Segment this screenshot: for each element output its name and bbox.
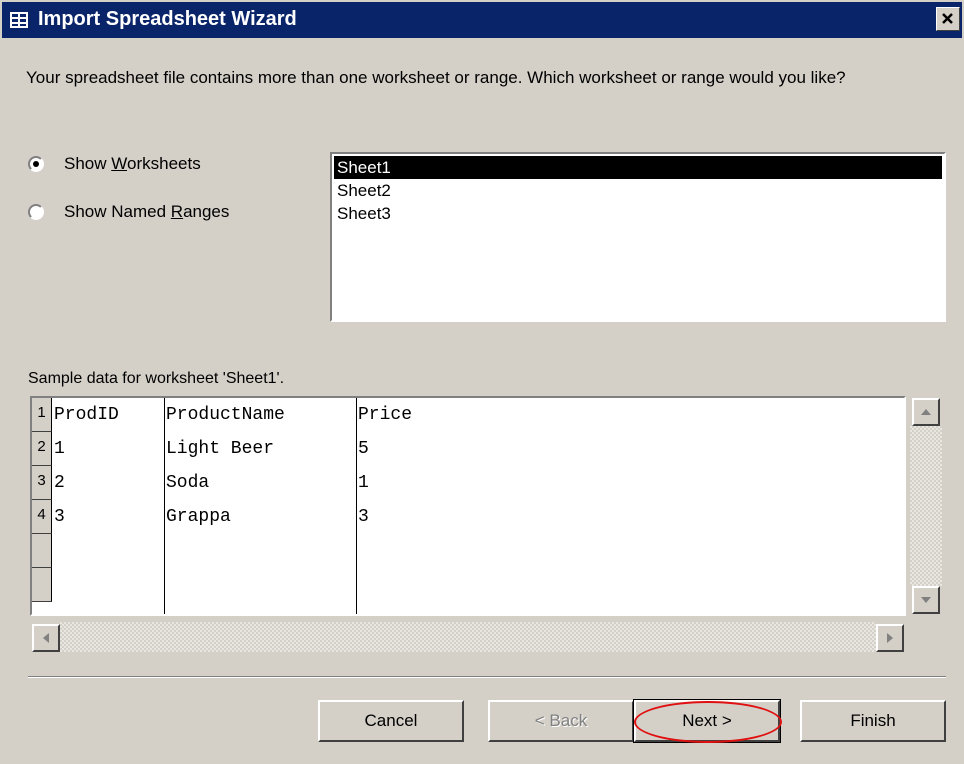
- arrow-up-icon: [921, 409, 931, 415]
- cell: Soda: [166, 473, 210, 493]
- show-worksheets-label: Show Worksheets: [64, 154, 201, 173]
- cell: 1: [358, 473, 369, 493]
- list-item-sheet3[interactable]: Sheet3: [332, 202, 944, 225]
- sample-data-label: Sample data for worksheet 'Sheet1'.: [28, 370, 285, 387]
- show-named-ranges-radio[interactable]: Show Named Ranges: [28, 202, 229, 222]
- cell: 3: [358, 507, 369, 527]
- prompt-text: Your spreadsheet file contains more than…: [26, 68, 846, 87]
- horizontal-scrollbar[interactable]: [30, 620, 906, 654]
- list-item-sheet2[interactable]: Sheet2: [332, 179, 944, 202]
- column-header-productname: ProductName: [166, 405, 285, 425]
- window-title: Import Spreadsheet Wizard: [38, 8, 297, 30]
- radio-circle[interactable]: [28, 204, 44, 220]
- cell: Grappa: [166, 507, 231, 527]
- list-item-sheet1[interactable]: Sheet1: [334, 156, 942, 179]
- radio-circle[interactable]: [28, 156, 44, 172]
- back-button[interactable]: < Back: [488, 700, 634, 742]
- cell: 2: [54, 473, 65, 493]
- cell: 5: [358, 439, 369, 459]
- finish-button[interactable]: Finish: [800, 700, 946, 742]
- row-number: 1: [32, 398, 52, 432]
- arrow-down-icon: [921, 597, 931, 603]
- row-number: 4: [32, 500, 52, 534]
- scroll-down-button[interactable]: [912, 586, 940, 614]
- scroll-up-button[interactable]: [912, 398, 940, 426]
- cell: Light Beer: [166, 439, 275, 459]
- show-named-ranges-label: Show Named Ranges: [64, 202, 230, 221]
- row-number: [32, 534, 52, 568]
- close-button[interactable]: [936, 7, 960, 31]
- worksheet-list[interactable]: Sheet1 Sheet2 Sheet3: [330, 152, 946, 322]
- row-number: [32, 568, 52, 602]
- sample-data-grid: 1 2 3 4 ProdID ProductName Price 1 Light…: [30, 396, 906, 616]
- row-number: 2: [32, 432, 52, 466]
- separator: [28, 676, 946, 678]
- column-divider: [164, 398, 165, 614]
- column-divider: [356, 398, 357, 614]
- column-header-price: Price: [358, 405, 413, 425]
- close-icon: [942, 13, 953, 24]
- next-button[interactable]: Next >: [633, 699, 781, 743]
- cancel-button[interactable]: Cancel: [318, 700, 464, 742]
- cell: 1: [54, 439, 65, 459]
- arrow-right-icon: [887, 633, 893, 643]
- show-worksheets-radio[interactable]: Show Worksheets: [28, 154, 201, 174]
- scroll-right-button[interactable]: [876, 624, 904, 652]
- form-icon: [10, 12, 28, 28]
- row-number: 3: [32, 466, 52, 500]
- scroll-track[interactable]: [910, 426, 942, 586]
- radio-dot: [33, 161, 39, 167]
- column-header-prodid: ProdID: [54, 405, 119, 425]
- vertical-scrollbar[interactable]: [908, 396, 944, 616]
- scroll-left-button[interactable]: [32, 624, 60, 652]
- cell: 3: [54, 507, 65, 527]
- scroll-track[interactable]: [60, 622, 876, 652]
- title-bar: Import Spreadsheet Wizard: [2, 2, 962, 38]
- arrow-left-icon: [43, 633, 49, 643]
